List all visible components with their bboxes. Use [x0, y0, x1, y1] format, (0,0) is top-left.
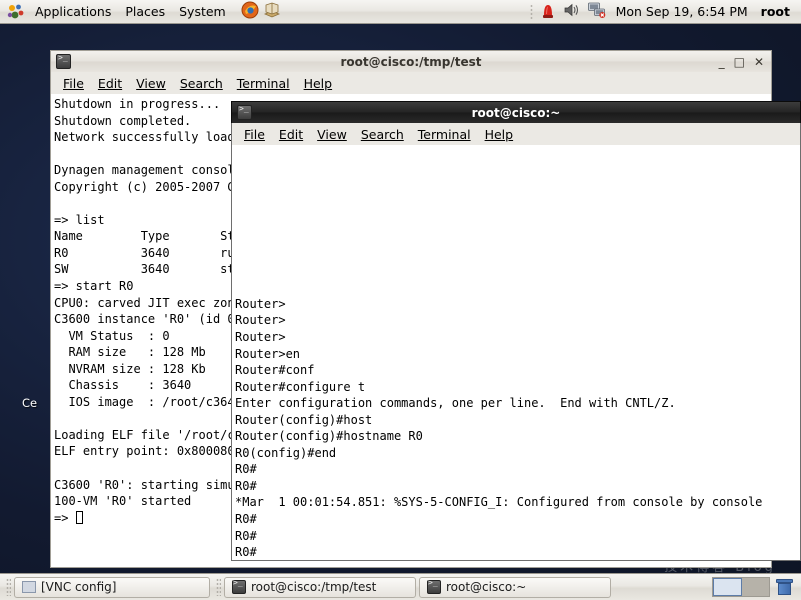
- alert-icon[interactable]: [540, 2, 556, 22]
- menu-view[interactable]: View: [129, 74, 173, 93]
- volume-icon[interactable]: [563, 2, 581, 21]
- terminal-icon: [427, 578, 441, 594]
- window-icon: [22, 581, 36, 593]
- menu-terminal[interactable]: Terminal: [411, 125, 478, 144]
- panel-grip: [216, 578, 221, 596]
- bottom-panel: [VNC config] root@cisco:/tmp/test root@c…: [0, 573, 801, 600]
- top-panel: Applications Places System Mon Sep 19, 6…: [0, 0, 801, 24]
- menu-edit-label: Edit: [97, 75, 123, 91]
- menu-system[interactable]: System: [172, 1, 233, 23]
- close-button[interactable]: ✕: [754, 56, 764, 68]
- desktop-icon-label[interactable]: Ce: [22, 396, 37, 410]
- menu-search-label: Search: [179, 75, 223, 91]
- panel-grip: [529, 3, 533, 20]
- menu-view-label: View: [317, 126, 347, 142]
- workspace-2[interactable]: [742, 578, 769, 596]
- panel-end-area: [712, 577, 798, 597]
- panel-launchers[interactable]: [241, 1, 281, 22]
- menu-help[interactable]: Help: [297, 74, 340, 93]
- menu-file[interactable]: File: [56, 74, 91, 93]
- terminal-text: Router> Router> Router> Router>en Router…: [235, 296, 763, 560]
- window-titlebar[interactable]: root@cisco:/tmp/test _ □ ✕: [50, 50, 772, 72]
- window-menubar[interactable]: File Edit View Search Terminal Help: [50, 72, 772, 94]
- menu-terminal-label: Terminal: [417, 126, 471, 142]
- clock[interactable]: Mon Sep 19, 6:54 PM: [613, 4, 751, 19]
- window-titlebar[interactable]: root@cisco:~: [231, 101, 801, 123]
- panel-grip: [6, 578, 11, 596]
- menu-edit[interactable]: Edit: [91, 74, 129, 93]
- terminal-window-home[interactable]: root@cisco:~ File Edit View Search Termi…: [231, 101, 801, 561]
- workspace-1[interactable]: [713, 578, 742, 596]
- user-menu[interactable]: root: [758, 4, 793, 19]
- window-title: root@cisco:/tmp/test: [340, 54, 482, 69]
- terminal-icon: [232, 578, 246, 594]
- window-title: root@cisco:~: [471, 105, 561, 120]
- taskbar-item-label: [VNC config]: [41, 580, 117, 594]
- network-disconnected-icon[interactable]: [587, 2, 606, 21]
- menu-places[interactable]: Places: [118, 1, 172, 23]
- taskbar-item-vnc-config[interactable]: [VNC config]: [14, 576, 210, 598]
- taskbar-item-label: root@cisco:/tmp/test: [251, 580, 377, 594]
- workspace-switcher[interactable]: [712, 577, 770, 597]
- terminal-icon: [56, 53, 71, 69]
- window-controls[interactable]: _ □ ✕: [719, 56, 766, 68]
- help-icon[interactable]: [263, 1, 281, 22]
- menu-terminal[interactable]: Terminal: [230, 74, 297, 93]
- menu-edit-label: Edit: [278, 126, 304, 142]
- menu-view-label: View: [136, 75, 166, 91]
- panel-menus[interactable]: Applications Places System: [28, 1, 233, 23]
- minimize-button[interactable]: _: [719, 56, 725, 68]
- menu-file-label: File: [244, 126, 265, 142]
- menu-help[interactable]: Help: [478, 125, 521, 144]
- menu-help-label: Help: [303, 75, 333, 91]
- taskbar-item-label: root@cisco:~: [446, 580, 527, 594]
- menu-edit[interactable]: Edit: [272, 125, 310, 144]
- terminal-cursor: [75, 510, 83, 524]
- menu-applications[interactable]: Applications: [28, 1, 118, 23]
- window-menubar[interactable]: File Edit View Search Terminal Help: [231, 123, 801, 145]
- terminal-output-area[interactable]: Router> Router> Router> Router>en Router…: [231, 145, 801, 561]
- taskbar-item-terminal-home[interactable]: root@cisco:~: [419, 576, 611, 598]
- menu-search-label: Search: [360, 126, 404, 142]
- menu-search[interactable]: Search: [354, 125, 411, 144]
- terminal-icon: [237, 104, 252, 120]
- trash-icon[interactable]: [776, 578, 793, 596]
- gnome-foot-icon: [6, 2, 26, 22]
- menu-view[interactable]: View: [310, 125, 354, 144]
- taskbar-item-terminal-tmp-test[interactable]: root@cisco:/tmp/test: [224, 576, 416, 598]
- menu-file-label: File: [63, 75, 84, 91]
- menu-help-label: Help: [484, 126, 514, 142]
- panel-status-area: Mon Sep 19, 6:54 PM root: [529, 2, 801, 22]
- menu-file[interactable]: File: [237, 125, 272, 144]
- menu-terminal-label: Terminal: [236, 75, 290, 91]
- menu-search[interactable]: Search: [173, 74, 230, 93]
- firefox-icon[interactable]: [241, 1, 259, 22]
- maximize-button[interactable]: □: [734, 56, 745, 68]
